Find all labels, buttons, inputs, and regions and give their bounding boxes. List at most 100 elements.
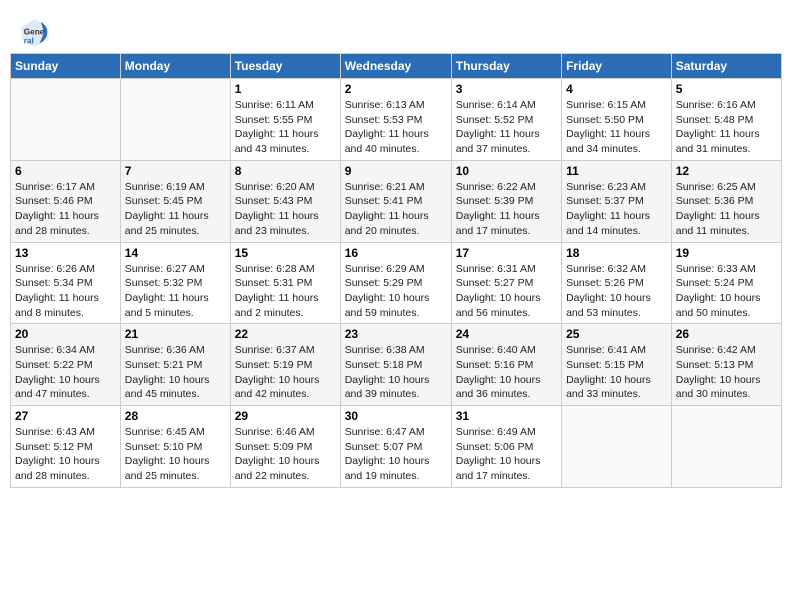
day-number: 12 bbox=[676, 164, 777, 178]
calendar-cell: 31 Sunrise: 6:49 AM Sunset: 5:06 PM Dayli… bbox=[451, 406, 561, 488]
calendar-cell: 30 Sunrise: 6:47 AM Sunset: 5:07 PM Dayli… bbox=[340, 406, 451, 488]
calendar-cell: 12 Sunrise: 6:25 AM Sunset: 5:36 PM Dayli… bbox=[671, 160, 781, 242]
day-content: Sunrise: 6:21 AM Sunset: 5:41 PM Dayligh… bbox=[345, 180, 447, 239]
page-header: Gene ral bbox=[10, 10, 782, 53]
day-number: 13 bbox=[15, 246, 116, 260]
calendar-week-row: 13 Sunrise: 6:26 AM Sunset: 5:34 PM Dayli… bbox=[11, 242, 782, 324]
weekday-header-sunday: Sunday bbox=[11, 54, 121, 79]
day-number: 5 bbox=[676, 82, 777, 96]
day-content: Sunrise: 6:15 AM Sunset: 5:50 PM Dayligh… bbox=[566, 98, 667, 157]
day-number: 4 bbox=[566, 82, 667, 96]
calendar-cell: 13 Sunrise: 6:26 AM Sunset: 5:34 PM Dayli… bbox=[11, 242, 121, 324]
calendar-week-row: 1 Sunrise: 6:11 AM Sunset: 5:55 PM Daylig… bbox=[11, 79, 782, 161]
calendar-cell: 17Sunrise: 6:31 AM Sunset: 5:27 PM Dayli… bbox=[451, 242, 561, 324]
weekday-header-monday: Monday bbox=[120, 54, 230, 79]
calendar-week-row: 6 Sunrise: 6:17 AM Sunset: 5:46 PM Daylig… bbox=[11, 160, 782, 242]
weekday-header-friday: Friday bbox=[562, 54, 672, 79]
calendar-cell: 6 Sunrise: 6:17 AM Sunset: 5:46 PM Daylig… bbox=[11, 160, 121, 242]
calendar-cell: 16 Sunrise: 6:29 AM Sunset: 5:29 PM Dayli… bbox=[340, 242, 451, 324]
calendar-cell: 20 Sunrise: 6:34 AM Sunset: 5:22 PM Dayli… bbox=[11, 324, 121, 406]
calendar-cell: 5 Sunrise: 6:16 AM Sunset: 5:48 PM Daylig… bbox=[671, 79, 781, 161]
day-number: 30 bbox=[345, 409, 447, 423]
day-number: 16 bbox=[345, 246, 447, 260]
day-content: Sunrise: 6:43 AM Sunset: 5:12 PM Dayligh… bbox=[15, 425, 116, 484]
day-number: 22 bbox=[235, 327, 336, 341]
day-number: 1 bbox=[235, 82, 336, 96]
day-content: Sunrise: 6:37 AM Sunset: 5:19 PM Dayligh… bbox=[235, 343, 336, 402]
calendar-cell: 18Sunrise: 6:32 AM Sunset: 5:26 PM Dayli… bbox=[562, 242, 672, 324]
day-content: Sunrise: 6:22 AM Sunset: 5:39 PM Dayligh… bbox=[456, 180, 557, 239]
logo: Gene ral bbox=[20, 18, 54, 48]
day-content: Sunrise: 6:16 AM Sunset: 5:48 PM Dayligh… bbox=[676, 98, 777, 157]
day-content: Sunrise: 6:20 AM Sunset: 5:43 PM Dayligh… bbox=[235, 180, 336, 239]
calendar-cell: 10 Sunrise: 6:22 AM Sunset: 5:39 PM Dayli… bbox=[451, 160, 561, 242]
day-content: Sunrise: 6:27 AM Sunset: 5:32 PM Dayligh… bbox=[125, 262, 226, 321]
calendar-cell: 24 Sunrise: 6:40 AM Sunset: 5:16 PM Dayli… bbox=[451, 324, 561, 406]
calendar-cell: 26 Sunrise: 6:42 AM Sunset: 5:13 PM Dayli… bbox=[671, 324, 781, 406]
weekday-header-row: SundayMondayTuesdayWednesdayThursdayFrid… bbox=[11, 54, 782, 79]
day-content: Sunrise: 6:11 AM Sunset: 5:55 PM Dayligh… bbox=[235, 98, 336, 157]
calendar-week-row: 20 Sunrise: 6:34 AM Sunset: 5:22 PM Dayli… bbox=[11, 324, 782, 406]
calendar-cell: 29Sunrise: 6:46 AM Sunset: 5:09 PM Dayli… bbox=[230, 406, 340, 488]
day-number: 3 bbox=[456, 82, 557, 96]
day-number: 9 bbox=[345, 164, 447, 178]
weekday-header-wednesday: Wednesday bbox=[340, 54, 451, 79]
day-number: 11 bbox=[566, 164, 667, 178]
day-number: 26 bbox=[676, 327, 777, 341]
day-number: 27 bbox=[15, 409, 116, 423]
day-content: Sunrise: 6:23 AM Sunset: 5:37 PM Dayligh… bbox=[566, 180, 667, 239]
calendar-table: SundayMondayTuesdayWednesdayThursdayFrid… bbox=[10, 53, 782, 488]
day-content: Sunrise: 6:13 AM Sunset: 5:53 PM Dayligh… bbox=[345, 98, 447, 157]
day-content: Sunrise: 6:25 AM Sunset: 5:36 PM Dayligh… bbox=[676, 180, 777, 239]
calendar-cell: 15 Sunrise: 6:28 AM Sunset: 5:31 PM Dayli… bbox=[230, 242, 340, 324]
calendar-cell: 7 Sunrise: 6:19 AM Sunset: 5:45 PM Daylig… bbox=[120, 160, 230, 242]
day-number: 2 bbox=[345, 82, 447, 96]
day-content: Sunrise: 6:40 AM Sunset: 5:16 PM Dayligh… bbox=[456, 343, 557, 402]
day-number: 25 bbox=[566, 327, 667, 341]
calendar-cell: 8Sunrise: 6:20 AM Sunset: 5:43 PM Daylig… bbox=[230, 160, 340, 242]
calendar-cell: 19Sunrise: 6:33 AM Sunset: 5:24 PM Dayli… bbox=[671, 242, 781, 324]
day-content: Sunrise: 6:14 AM Sunset: 5:52 PM Dayligh… bbox=[456, 98, 557, 157]
day-number: 24 bbox=[456, 327, 557, 341]
day-content: Sunrise: 6:31 AM Sunset: 5:27 PM Dayligh… bbox=[456, 262, 557, 321]
day-content: Sunrise: 6:34 AM Sunset: 5:22 PM Dayligh… bbox=[15, 343, 116, 402]
svg-text:Gene: Gene bbox=[24, 28, 45, 37]
calendar-cell: 23 Sunrise: 6:38 AM Sunset: 5:18 PM Dayli… bbox=[340, 324, 451, 406]
day-number: 6 bbox=[15, 164, 116, 178]
day-content: Sunrise: 6:47 AM Sunset: 5:07 PM Dayligh… bbox=[345, 425, 447, 484]
day-content: Sunrise: 6:46 AM Sunset: 5:09 PM Dayligh… bbox=[235, 425, 336, 484]
day-number: 23 bbox=[345, 327, 447, 341]
day-content: Sunrise: 6:33 AM Sunset: 5:24 PM Dayligh… bbox=[676, 262, 777, 321]
calendar-cell: 21Sunrise: 6:36 AM Sunset: 5:21 PM Dayli… bbox=[120, 324, 230, 406]
generalblue-logo-icon: Gene ral bbox=[20, 18, 50, 48]
day-content: Sunrise: 6:45 AM Sunset: 5:10 PM Dayligh… bbox=[125, 425, 226, 484]
calendar-cell bbox=[11, 79, 121, 161]
day-number: 15 bbox=[235, 246, 336, 260]
weekday-header-tuesday: Tuesday bbox=[230, 54, 340, 79]
day-number: 10 bbox=[456, 164, 557, 178]
calendar-cell: 4 Sunrise: 6:15 AM Sunset: 5:50 PM Daylig… bbox=[562, 79, 672, 161]
day-content: Sunrise: 6:42 AM Sunset: 5:13 PM Dayligh… bbox=[676, 343, 777, 402]
day-number: 31 bbox=[456, 409, 557, 423]
calendar-cell bbox=[671, 406, 781, 488]
day-content: Sunrise: 6:36 AM Sunset: 5:21 PM Dayligh… bbox=[125, 343, 226, 402]
calendar-cell: 22 Sunrise: 6:37 AM Sunset: 5:19 PM Dayli… bbox=[230, 324, 340, 406]
day-content: Sunrise: 6:17 AM Sunset: 5:46 PM Dayligh… bbox=[15, 180, 116, 239]
day-content: Sunrise: 6:19 AM Sunset: 5:45 PM Dayligh… bbox=[125, 180, 226, 239]
day-number: 14 bbox=[125, 246, 226, 260]
calendar-cell: 3 Sunrise: 6:14 AM Sunset: 5:52 PM Daylig… bbox=[451, 79, 561, 161]
day-content: Sunrise: 6:29 AM Sunset: 5:29 PM Dayligh… bbox=[345, 262, 447, 321]
day-content: Sunrise: 6:26 AM Sunset: 5:34 PM Dayligh… bbox=[15, 262, 116, 321]
day-number: 20 bbox=[15, 327, 116, 341]
day-number: 7 bbox=[125, 164, 226, 178]
calendar-cell: 2 Sunrise: 6:13 AM Sunset: 5:53 PM Daylig… bbox=[340, 79, 451, 161]
calendar-cell: 28Sunrise: 6:45 AM Sunset: 5:10 PM Dayli… bbox=[120, 406, 230, 488]
day-content: Sunrise: 6:38 AM Sunset: 5:18 PM Dayligh… bbox=[345, 343, 447, 402]
calendar-cell: 14 Sunrise: 6:27 AM Sunset: 5:32 PM Dayli… bbox=[120, 242, 230, 324]
day-content: Sunrise: 6:49 AM Sunset: 5:06 PM Dayligh… bbox=[456, 425, 557, 484]
calendar-cell: 9 Sunrise: 6:21 AM Sunset: 5:41 PM Daylig… bbox=[340, 160, 451, 242]
weekday-header-saturday: Saturday bbox=[671, 54, 781, 79]
day-content: Sunrise: 6:41 AM Sunset: 5:15 PM Dayligh… bbox=[566, 343, 667, 402]
calendar-cell: 25 Sunrise: 6:41 AM Sunset: 5:15 PM Dayli… bbox=[562, 324, 672, 406]
day-content: Sunrise: 6:28 AM Sunset: 5:31 PM Dayligh… bbox=[235, 262, 336, 321]
